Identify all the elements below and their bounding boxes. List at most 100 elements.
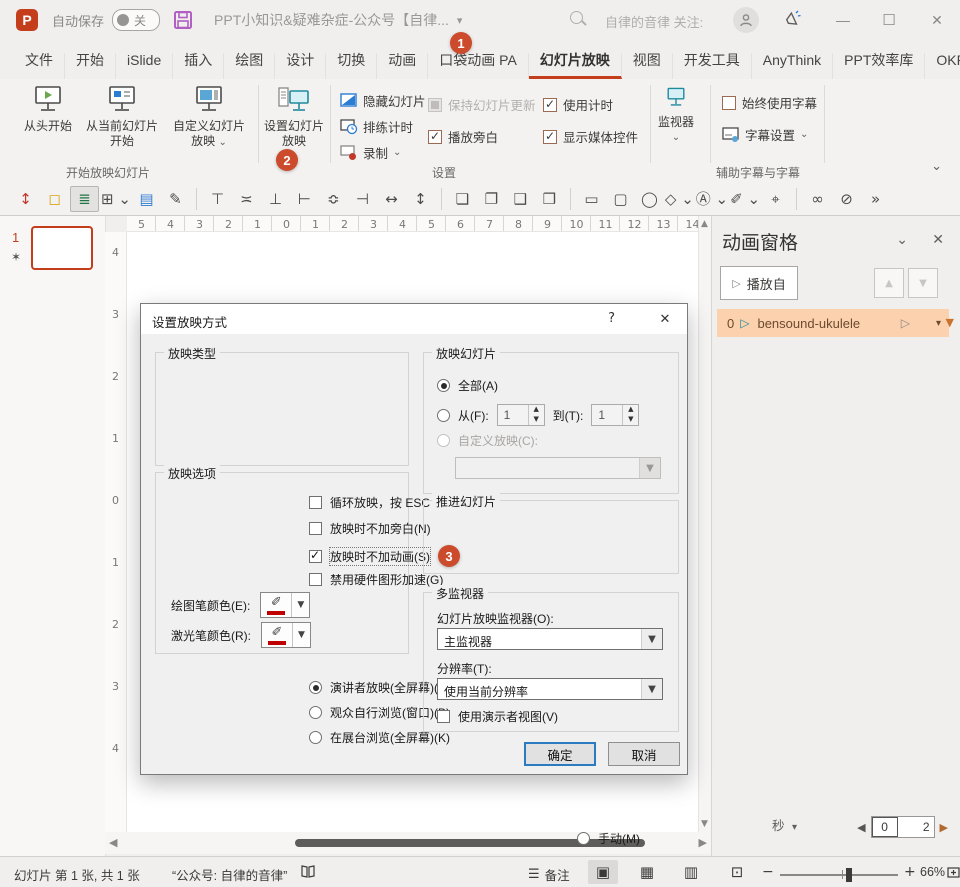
scroll-left-icon[interactable]: ◀ xyxy=(109,836,117,849)
proofing-book-icon[interactable] xyxy=(300,864,316,882)
from-spinner[interactable]: 1 ▲▼ xyxy=(497,404,545,426)
pane-options-chevron-icon[interactable]: ⌄ xyxy=(896,232,908,248)
slides-from-radio[interactable]: 从(F): 1 ▲▼ 到(T): 1 ▲▼ xyxy=(437,404,639,426)
align-center-icon[interactable]: ≎ xyxy=(320,186,347,212)
oval-icon[interactable]: ◯ xyxy=(636,186,663,212)
spin-down-icon[interactable]: ▼ xyxy=(623,415,638,425)
insert-placeholder-icon[interactable]: ⊞ ⌄ xyxy=(101,186,131,212)
ribbon-tab[interactable]: PPT效率库 xyxy=(833,53,925,79)
play-narration-checkbox[interactable]: 播放旁白 xyxy=(428,127,498,146)
ribbon-tab[interactable]: 开发工具 xyxy=(673,53,752,79)
bring-forward-icon[interactable]: ❏ xyxy=(449,186,476,212)
autosave-toggle[interactable]: 关 xyxy=(112,9,160,31)
zoom-slider-handle[interactable] xyxy=(846,868,852,882)
account-text[interactable]: 自律的音律 关注: xyxy=(605,12,703,31)
ribbon-tab[interactable]: 文件 xyxy=(14,53,65,79)
setup-slideshow-button[interactable]: 设置幻灯片放映 xyxy=(262,85,326,149)
always-captions-checkbox[interactable]: 始终使用字幕 xyxy=(722,93,817,112)
rounded-rectangle-icon[interactable]: ▢ xyxy=(607,186,634,212)
fit-text-icon[interactable]: ↕ xyxy=(12,186,39,212)
scroll-right-icon[interactable]: ▶ xyxy=(699,836,707,849)
zoom-percentage[interactable]: 66% xyxy=(920,865,945,879)
timeline-right-icon[interactable]: ▶ xyxy=(940,821,948,834)
slides-all-radio[interactable]: 全部(A) xyxy=(437,377,498,394)
distribute-horizontal-icon[interactable]: ↔ xyxy=(378,186,405,212)
slide-thumbnail[interactable] xyxy=(31,226,93,270)
send-backward-icon[interactable]: ❐ xyxy=(478,186,505,212)
divider[interactable] xyxy=(796,188,797,210)
timeline-left-icon[interactable]: ◀ xyxy=(857,821,865,834)
merge-shapes-icon[interactable]: ∞ xyxy=(804,186,831,212)
show-media-checkbox[interactable]: 显示媒体控件 xyxy=(543,127,638,146)
edit-points-icon[interactable]: ⌖ xyxy=(762,186,789,212)
zoom-out-button[interactable]: − xyxy=(762,864,774,880)
ribbon-tab[interactable]: 设计 xyxy=(275,53,326,79)
rehearse-timings-button[interactable]: 排练计时 xyxy=(340,117,413,136)
ribbon-tab[interactable]: 口袋动画 PA xyxy=(428,53,529,79)
textbox-icon[interactable]: Ⓐ ⌄ xyxy=(696,186,728,212)
monitor-button[interactable]: 监视器 ⌄ xyxy=(646,85,706,145)
monitor-combo[interactable]: 主监视器 ▼ xyxy=(437,628,663,650)
divider[interactable] xyxy=(570,188,571,210)
bring-to-front-icon[interactable]: ❑ xyxy=(507,186,534,212)
align-left-icon[interactable]: ⊢ xyxy=(291,186,318,212)
radio-option[interactable]: 手动(M) xyxy=(577,830,640,847)
avatar[interactable] xyxy=(733,7,759,33)
from-current-button[interactable]: 从当前幻灯片开始 xyxy=(82,85,162,149)
feedback-megaphone-icon[interactable] xyxy=(783,9,803,34)
use-timings-checkbox[interactable]: 使用计时 xyxy=(543,95,613,114)
more-icon[interactable]: » xyxy=(862,186,889,212)
resolution-combo[interactable]: 使用当前分辨率 ▼ xyxy=(437,678,663,700)
send-to-back-icon[interactable]: ❒ xyxy=(536,186,563,212)
combine-shapes-icon[interactable]: ⊘ xyxy=(833,186,860,212)
caption-settings-button[interactable]: 字幕设置 ⌄ xyxy=(722,125,808,144)
spin-up-icon[interactable]: ▲ xyxy=(623,405,638,415)
ribbon-tab[interactable]: 开始 xyxy=(65,53,116,79)
ok-button[interactable]: 确定 xyxy=(524,742,596,766)
ribbon-tab[interactable]: OKPlus 8.5 xyxy=(925,53,960,79)
vertical-scrollbar[interactable]: ▲ ▼ xyxy=(698,216,712,832)
record-button[interactable]: 录制 ⌄ xyxy=(340,143,401,162)
cancel-button[interactable]: 取消 xyxy=(608,742,680,766)
laser-color-picker[interactable]: ✐ ▼ xyxy=(261,622,311,648)
pen-color-picker[interactable]: ✐ ▼ xyxy=(260,592,310,618)
search-icon[interactable] xyxy=(570,11,583,24)
normal-view-button[interactable]: ▣ xyxy=(588,860,618,884)
title-chevron-icon[interactable]: ▾ xyxy=(457,14,463,27)
minimize-button[interactable]: — xyxy=(826,0,860,40)
ribbon-tab[interactable]: iSlide xyxy=(116,53,173,79)
powerpoint-app-icon[interactable]: P xyxy=(16,9,38,31)
align-middle-icon[interactable]: ≍ xyxy=(233,186,260,212)
ribbon-tab[interactable]: 视图 xyxy=(622,53,673,79)
ribbon-tab[interactable]: 动画 xyxy=(377,53,428,79)
select-object-icon[interactable]: ◻ xyxy=(41,186,68,212)
checkbox-option[interactable]: 放映时不加旁白(N) xyxy=(309,520,431,537)
pane-close-icon[interactable]: ✕ xyxy=(932,232,944,248)
divider[interactable] xyxy=(196,188,197,210)
ribbon-tab[interactable]: 幻灯片放映 xyxy=(529,53,622,79)
divider[interactable] xyxy=(441,188,442,210)
animation-item[interactable]: 0 ▷ bensound-ukulele ▷ ▾ xyxy=(717,309,949,337)
maximize-button[interactable]: ☐ xyxy=(872,0,906,40)
move-earlier-button[interactable]: ▲ xyxy=(874,268,904,298)
dialog-close-button[interactable]: ✕ xyxy=(643,304,687,334)
scroll-down-icon[interactable]: ▼ xyxy=(701,819,708,829)
play-from-button[interactable]: ▷ 播放自 xyxy=(720,266,798,300)
format-painter-icon[interactable]: ✎ xyxy=(162,186,189,212)
align-top-icon[interactable]: ⊤ xyxy=(204,186,231,212)
item-dropdown-icon[interactable]: ▾ xyxy=(936,318,941,329)
ribbon-tab[interactable]: AnyThink xyxy=(752,53,833,79)
ribbon-tab[interactable]: 插入 xyxy=(173,53,224,79)
spin-down-icon[interactable]: ▼ xyxy=(529,415,544,425)
document-title[interactable]: PPT小知识&疑难杂症-公众号【自律... xyxy=(214,10,449,30)
align-bottom-icon[interactable]: ⊥ xyxy=(262,186,289,212)
hide-slide-button[interactable]: 隐藏幻灯片 xyxy=(340,91,426,110)
zoom-in-button[interactable]: + xyxy=(904,864,916,880)
reading-view-button[interactable]: ▥ xyxy=(676,860,706,884)
dialog-help-button[interactable]: ? xyxy=(608,311,615,326)
align-right-icon[interactable]: ⊣ xyxy=(349,186,376,212)
to-spinner[interactable]: 1 ▲▼ xyxy=(591,404,639,426)
slide-sorter-button[interactable]: ▦ xyxy=(632,860,662,884)
presenter-view-checkbox[interactable]: 使用演示者视图(V) xyxy=(437,708,558,725)
zoom-slider-track[interactable] xyxy=(780,874,898,876)
